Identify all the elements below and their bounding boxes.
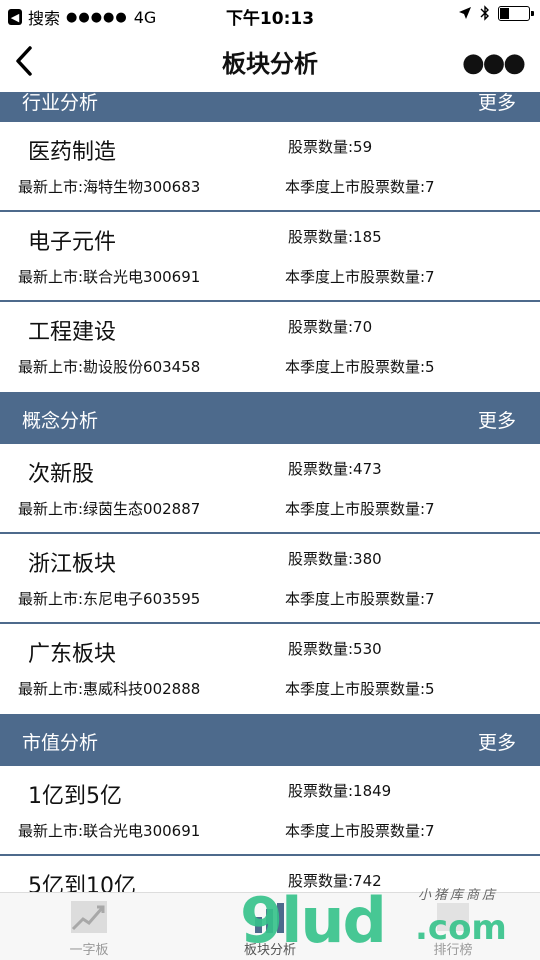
content-scroll[interactable]: 行业分析 更多 医药制造 股票数量:59 最新上市:海特生物300683 本季度…	[0, 92, 540, 892]
list-item[interactable]: 5亿到10亿 股票数量:742	[0, 856, 540, 892]
quarter-listing-count: 本季度上市股票数量:7	[285, 822, 435, 840]
stock-count: 股票数量:530	[288, 640, 382, 658]
tab-limit-up[interactable]: 一字板	[34, 899, 144, 958]
bar-chart-icon	[255, 903, 284, 933]
section-header-concept: 概念分析 更多	[0, 392, 540, 444]
stock-count: 股票数量:473	[288, 460, 382, 478]
latest-listing: 最新上市:勘设股份603458	[18, 358, 201, 376]
tab-sector-analysis[interactable]: 板块分析	[215, 899, 325, 958]
tab-label: 一字板	[69, 943, 109, 958]
battery-icon	[498, 5, 534, 21]
sector-name: 1亿到5亿	[28, 784, 122, 809]
section-title: 行业分析	[22, 92, 99, 114]
sector-name: 电子元件	[28, 230, 117, 255]
latest-listing: 最新上市:惠威科技002888	[18, 680, 201, 698]
section-header-market-cap: 市值分析 更多	[0, 714, 540, 766]
stock-count: 股票数量:185	[288, 228, 382, 246]
sector-name: 次新股	[28, 462, 95, 487]
sector-name: 5亿到10亿	[28, 874, 136, 892]
list-item[interactable]: 浙江板块 股票数量:380 最新上市:东尼电子603595 本季度上市股票数量:…	[0, 534, 540, 624]
quarter-listing-count: 本季度上市股票数量:7	[285, 178, 435, 196]
quarter-listing-count: 本季度上市股票数量:7	[285, 590, 435, 608]
sector-name: 浙江板块	[28, 552, 117, 577]
quarter-listing-count: 本季度上市股票数量:7	[285, 500, 435, 518]
section-more-link[interactable]: 更多	[478, 406, 516, 433]
more-menu-icon[interactable]: ●●●	[462, 48, 526, 78]
list-item[interactable]: 工程建设 股票数量:70 最新上市:勘设股份603458 本季度上市股票数量:5	[0, 302, 540, 392]
list-item[interactable]: 次新股 股票数量:473 最新上市:绿茵生态002887 本季度上市股票数量:7	[0, 444, 540, 534]
stock-count: 股票数量:59	[288, 138, 373, 156]
quarter-listing-count: 本季度上市股票数量:7	[285, 268, 435, 286]
section-header-industry: 行业分析 更多	[0, 92, 540, 122]
tab-bar: 一字板 板块分析 排行榜	[0, 892, 540, 960]
section-more-link[interactable]: 更多	[478, 728, 516, 755]
bluetooth-icon	[480, 5, 489, 21]
list-item[interactable]: 电子元件 股票数量:185 最新上市:联合光电300691 本季度上市股票数量:…	[0, 212, 540, 302]
stock-count: 股票数量:742	[288, 872, 382, 890]
stock-count: 股票数量:380	[288, 550, 382, 568]
latest-listing: 最新上市:联合光电300691	[18, 822, 201, 840]
sector-name: 医药制造	[28, 140, 117, 165]
nav-bar: 板块分析 ●●●	[0, 30, 540, 92]
latest-listing: 最新上市:海特生物300683	[18, 178, 201, 196]
latest-listing: 最新上市:东尼电子603595	[18, 590, 201, 608]
trend-chart-icon	[71, 901, 107, 933]
stock-count: 股票数量:1849	[288, 782, 392, 800]
list-item[interactable]: 1亿到5亿 股票数量:1849 最新上市:联合光电300691 本季度上市股票数…	[0, 766, 540, 856]
quarter-listing-count: 本季度上市股票数量:5	[285, 680, 435, 698]
tab-label: 板块分析	[243, 943, 296, 958]
sector-name: 广东板块	[28, 642, 117, 667]
stock-count: 股票数量:70	[288, 318, 373, 336]
ranking-icon	[437, 903, 469, 931]
status-bar: ◀ 搜索 ●●●●● 4G 下午10:13	[0, 0, 540, 30]
section-title: 概念分析	[22, 410, 99, 432]
tab-label: 排行榜	[433, 943, 473, 958]
latest-listing: 最新上市:联合光电300691	[18, 268, 201, 286]
list-item[interactable]: 广东板块 股票数量:530 最新上市:惠威科技002888 本季度上市股票数量:…	[0, 624, 540, 714]
location-arrow-icon	[459, 7, 471, 19]
list-item[interactable]: 医药制造 股票数量:59 最新上市:海特生物300683 本季度上市股票数量:7	[0, 122, 540, 212]
tab-ranking[interactable]: 排行榜	[398, 899, 508, 958]
page-title: 板块分析	[222, 50, 318, 78]
quarter-listing-count: 本季度上市股票数量:5	[285, 358, 435, 376]
latest-listing: 最新上市:绿茵生态002887	[18, 500, 201, 518]
section-title: 市值分析	[22, 732, 99, 754]
section-more-link[interactable]: 更多	[478, 92, 516, 115]
status-right	[458, 5, 534, 21]
sector-name: 工程建设	[28, 320, 117, 345]
